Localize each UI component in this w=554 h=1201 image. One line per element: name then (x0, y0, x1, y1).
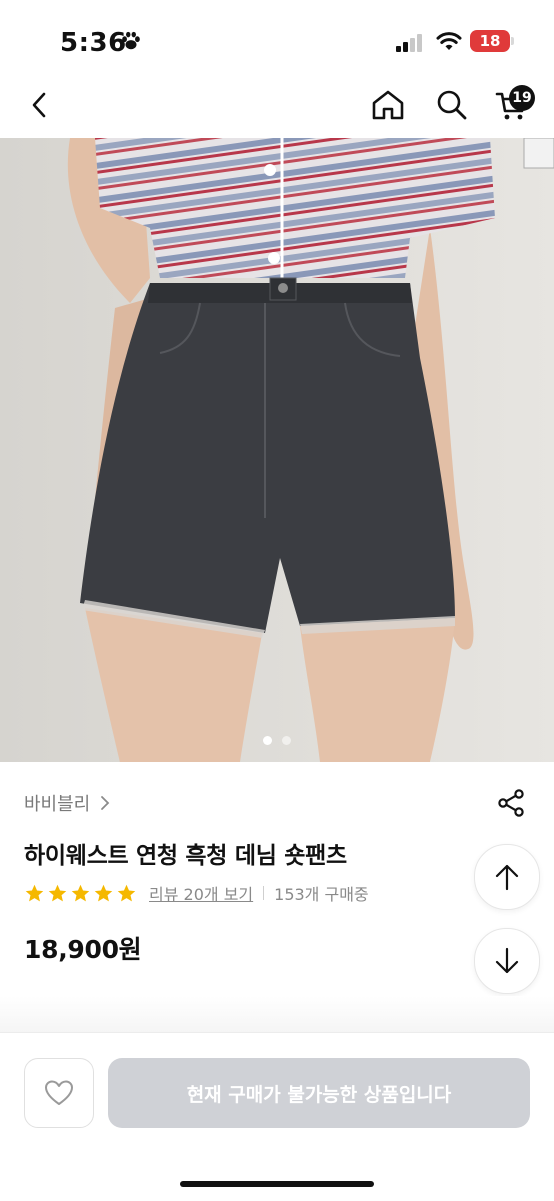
back-button[interactable] (18, 80, 62, 130)
scroll-to-top-button[interactable] (474, 844, 540, 910)
battery-indicator: 18 (470, 30, 510, 52)
purchase-count: 153개 구매중 (274, 885, 369, 904)
wifi-icon (436, 32, 462, 50)
section-divider (0, 996, 554, 1032)
heart-icon (45, 1080, 73, 1105)
star-icon (25, 884, 44, 901)
home-indicator (180, 1181, 374, 1187)
arrow-up-icon (495, 864, 519, 891)
wishlist-button[interactable] (24, 1058, 94, 1128)
chevron-right-icon (101, 796, 110, 810)
scroll-to-bottom-button[interactable] (474, 928, 540, 994)
status-time: 5:36 (60, 28, 127, 58)
chevron-left-icon (32, 92, 46, 118)
star-icon (71, 884, 90, 901)
paw-icon (122, 31, 140, 50)
home-icon (372, 90, 404, 120)
pagination-dot (282, 736, 291, 745)
search-button[interactable] (430, 80, 474, 130)
arrow-down-icon (495, 947, 519, 974)
review-link[interactable]: 리뷰 20개 보기 (149, 881, 253, 905)
divider (263, 886, 265, 900)
brand-link[interactable]: 바비블리 (24, 790, 110, 816)
product-photo (0, 138, 554, 762)
star-icon (48, 884, 67, 901)
star-icon (117, 884, 136, 901)
top-nav (0, 80, 554, 138)
home-button[interactable] (366, 80, 410, 130)
rating-row: 리뷰 20개 보기 153개 구매중 (24, 880, 369, 906)
product-image-carousel[interactable] (0, 138, 554, 762)
brand-name: 바비블리 (24, 794, 91, 815)
search-icon (437, 90, 467, 120)
star-icon (94, 884, 113, 901)
battery-nub (511, 37, 514, 45)
product-price: 18,900원 (24, 935, 142, 964)
cellular-signal-icon (396, 34, 422, 52)
purchase-unavailable-button: 현재 구매가 불가능한 상품입니다 (108, 1058, 530, 1128)
rating-stars (24, 883, 137, 904)
cart-count-badge: 19 (509, 85, 535, 111)
share-icon (498, 789, 524, 817)
product-title: 하이웨스트 연청 흑청 데님 숏팬츠 (24, 843, 347, 869)
pagination-dot-active (263, 736, 272, 745)
share-button[interactable] (494, 786, 528, 820)
image-pagination (0, 736, 554, 750)
status-bar: 5:36 18 (0, 0, 554, 80)
